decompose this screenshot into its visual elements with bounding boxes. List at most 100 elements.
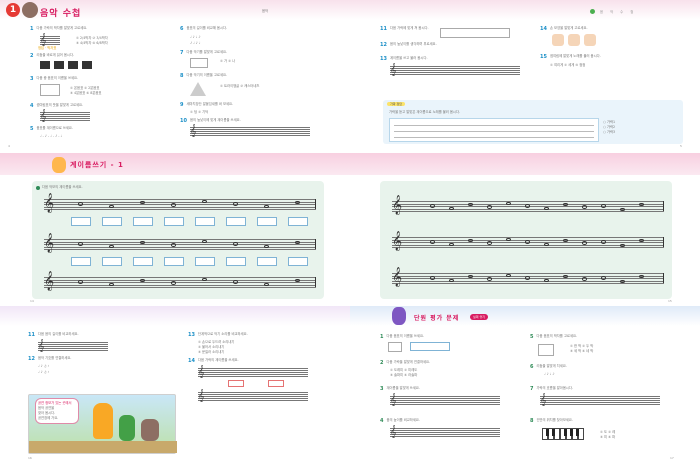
cartoon-character-icon [119, 415, 135, 441]
middle-footer-right: 15 [668, 299, 672, 303]
middle-spread: 계이름쓰기 - 1 다음 악보의 계이름을 쓰세요. 𝄞 𝄞 𝄞 𝄞 𝄞 𝄞 1… [0, 153, 700, 305]
whole-note [264, 244, 269, 248]
whole-note [601, 240, 606, 244]
whole-note [544, 242, 549, 246]
character-icon [22, 2, 38, 18]
whole-note [202, 277, 207, 281]
middle-footer-left: 14 [30, 299, 34, 303]
top-header-band [0, 0, 700, 20]
staff-row-2: 𝄞 [44, 235, 316, 252]
whole-note [233, 242, 238, 246]
whole-note [202, 199, 207, 203]
right-staff-panel: 𝄞 𝄞 𝄞 [380, 181, 672, 299]
review-badge: 실력 쌓기 [470, 314, 488, 320]
staff-row-3: 𝄞 [44, 273, 316, 290]
bottom-left-col1: 11 다음 음의 길이를 비교하세요. 𝄞 12 음악 기호를 연결하세요. ♩ ♪… [28, 330, 178, 455]
answer-box[interactable] [71, 217, 91, 226]
whole-note [78, 280, 83, 284]
whole-note [430, 276, 435, 280]
cartoon-character-icon [141, 419, 159, 441]
treble-clef-icon: 𝄞 [392, 231, 403, 251]
card-line-3: 공연장에 가요. [38, 416, 59, 420]
staff-q1: 𝄞 [40, 33, 60, 46]
answer-box[interactable] [195, 217, 215, 226]
whole-note [430, 204, 435, 208]
whole-note [525, 276, 530, 280]
exercise-title: 계이름쓰기 - 1 [70, 161, 124, 169]
unit-badge: 1 [6, 3, 20, 17]
footer-right: 5 [680, 144, 682, 148]
whole-note [582, 277, 587, 281]
answer-panel: 가락 정답 가락을 듣고 알맞은 계이름으로 노래를 불러 봅시다. ○ 가락1… [383, 100, 683, 144]
whole-note [525, 240, 530, 244]
whole-note [109, 282, 114, 286]
whole-note [430, 240, 435, 244]
answer-box[interactable] [164, 257, 184, 266]
whole-note [171, 243, 176, 247]
whole-note [506, 273, 511, 277]
answer-box[interactable] [226, 217, 246, 226]
whole-note [449, 242, 454, 246]
answer-box[interactable] [164, 217, 184, 226]
answer-box[interactable] [257, 257, 277, 266]
left-staff-panel: 다음 악보의 계이름을 쓰세요. 𝄞 𝄞 𝄞 [32, 181, 324, 299]
card-line-2: 찾아 봅시다. [38, 411, 56, 415]
header-right-label: 음 악 수 첩 [600, 10, 637, 14]
answer-box[interactable] [288, 217, 308, 226]
character-icon [52, 157, 66, 173]
treble-clef-icon: 𝄞 [44, 233, 55, 253]
answer-box[interactable] [71, 257, 91, 266]
treble-clef-icon: 𝄞 [44, 193, 55, 213]
cartoon-character-icon [93, 403, 113, 439]
bottom-footer-left: 16 [28, 456, 32, 460]
treble-clef-icon: 𝄞 [392, 195, 403, 215]
treble-clef-icon: 𝄞 [44, 271, 55, 291]
bottom-right-col1: 1 다음 음표의 이름을 쓰세요. 2 다음 가락을 알맞게 연결하세요. ① 도레… [380, 330, 520, 455]
bottom-header-left [0, 306, 350, 326]
review-title: 단원 평가 문제 [414, 315, 460, 322]
header-page-label: 음악 [262, 9, 269, 13]
treble-clef-icon: 𝄞 [392, 267, 403, 287]
whole-note [449, 206, 454, 210]
column-2: 6 음표의 길이를 비교해 봅시다. ♩ ♪ ♩ ♪ ♪ ♩ ♪ ♩ 7 다음 악기… [180, 26, 310, 137]
answer-box[interactable] [195, 257, 215, 266]
whole-note [544, 206, 549, 210]
bottom-right-col2: 5 다음 음표의 박자를 고르세요. ① 한 박 ② 두 박 ③ 세 박 ④ 네 … [530, 334, 660, 440]
answer-box[interactable] [288, 257, 308, 266]
header-icon [590, 9, 595, 14]
answer-box[interactable] [102, 217, 122, 226]
whole-note [78, 202, 83, 206]
answer-box[interactable] [226, 257, 246, 266]
whole-note [171, 203, 176, 207]
card-line-1: 음악 공연을 [38, 406, 55, 410]
answer-box[interactable] [133, 217, 153, 226]
answer-box[interactable] [102, 257, 122, 266]
card-title: 공연 정보가 있는 곳에서 [38, 401, 72, 405]
page-title: 음악 수첩 [40, 9, 82, 19]
whole-note [487, 205, 492, 209]
whole-note [601, 276, 606, 280]
whole-note [449, 278, 454, 282]
character-icon [392, 307, 406, 325]
piano-keys-icon [542, 428, 584, 440]
answer-box[interactable] [257, 217, 277, 226]
exercise-instruction: 다음 악보의 계이름을 쓰세요. [42, 185, 83, 189]
top-spread: 1 음악 수첩 음악 음 악 수 첩 1 다음 가락의 박자를 알맞게 고르세요.… [0, 0, 700, 152]
whole-note [487, 241, 492, 245]
instruction-dot-icon [36, 186, 40, 190]
bottom-footer-right: 17 [670, 456, 674, 460]
whole-note [78, 242, 83, 246]
staff-row-1: 𝄞 [44, 195, 316, 212]
whole-note [506, 237, 511, 241]
column-1: 1 다음 가락의 박자를 알맞게 고르세요. 𝄞 ① 2/4박자 ② 3/4박자 … [30, 26, 108, 138]
answer-panel-label: 가락 정답 [387, 102, 405, 106]
cartoon-card: 공연 정보가 있는 곳에서 음악 공연을 찾아 봅시다. 공연장에 가요. [28, 394, 177, 454]
whole-note [171, 281, 176, 285]
whole-note [582, 241, 587, 245]
whole-note [264, 204, 269, 208]
whole-note [601, 204, 606, 208]
bottom-left-col2: 13 단계적으로 악기 소리를 비교하세요. ① 손으로 두드려 소리내기 ② 불… [188, 330, 338, 455]
whole-note [233, 202, 238, 206]
whole-note [506, 201, 511, 205]
answer-box[interactable] [133, 257, 153, 266]
